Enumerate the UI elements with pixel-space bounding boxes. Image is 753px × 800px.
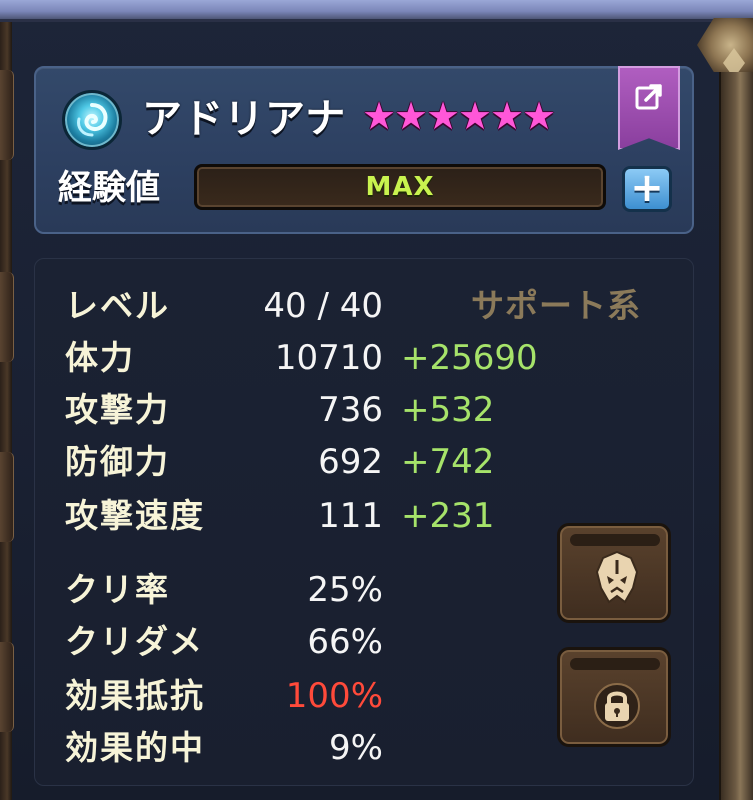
stat-bonus: +231	[401, 496, 495, 536]
exp-label: 経験値	[58, 168, 160, 208]
stat-value: 736	[318, 390, 383, 430]
stat-label: 攻撃速度	[65, 496, 205, 535]
left-frame-notch	[0, 642, 14, 732]
stat-label: クリダメ	[65, 622, 205, 661]
stat-value: 40 / 40	[263, 286, 383, 326]
stat-value: 111	[318, 496, 383, 536]
left-frame-notch	[0, 70, 14, 160]
character-name: アドリアナ	[142, 96, 347, 142]
stat-row-attack: 攻撃力 736 +532	[35, 385, 695, 435]
stats-panel: サポート系 レベル 40 / 40 体力 10710 +25690 攻撃力 73…	[34, 258, 694, 786]
stat-label: レベル	[65, 286, 170, 325]
wind-swirl-icon	[62, 90, 122, 150]
stat-label: 攻撃力	[65, 390, 170, 429]
left-frame-notch	[0, 452, 14, 542]
star-icon: ★	[394, 94, 429, 138]
top-frame-strip	[0, 0, 753, 22]
share-button[interactable]	[618, 66, 680, 150]
stat-bonus: +742	[401, 442, 495, 482]
star-icon: ★	[426, 94, 461, 138]
stat-value: 10710	[274, 338, 383, 378]
character-header-card: アドリアナ ★ ★ ★ ★ ★ ★ 経験値 MAX +	[34, 66, 694, 234]
stat-label: 効果的中	[65, 728, 205, 767]
star-icon: ★	[522, 94, 557, 138]
stat-bonus: +532	[401, 390, 495, 430]
stat-row-hp: 体力 10710 +25690	[35, 333, 695, 383]
add-exp-button[interactable]: +	[622, 166, 672, 212]
stat-value: 100%	[285, 676, 383, 716]
stat-bonus: +25690	[401, 338, 538, 378]
stat-row-level: レベル 40 / 40	[35, 281, 695, 331]
right-frame	[719, 22, 753, 800]
star-icon: ★	[490, 94, 525, 138]
star-rating: ★ ★ ★ ★ ★ ★	[362, 92, 557, 142]
stat-value: 692	[318, 442, 383, 482]
exp-bar: MAX	[194, 164, 606, 210]
lock-icon	[594, 683, 640, 729]
stat-value: 25%	[307, 570, 383, 610]
stat-label: クリ率	[65, 570, 170, 609]
star-icon: ★	[458, 94, 493, 138]
left-frame-notch	[0, 272, 14, 362]
share-icon	[635, 84, 662, 110]
rune-mask-icon	[595, 550, 639, 604]
stat-row-defense: 防御力 692 +742	[35, 437, 695, 487]
stat-label: 防御力	[65, 442, 170, 481]
stat-label: 効果抵抗	[65, 676, 205, 715]
stat-label: 体力	[65, 338, 135, 377]
stat-value: 66%	[307, 622, 383, 662]
left-frame	[0, 22, 14, 800]
lock-button[interactable]	[557, 647, 671, 747]
frame-ornament	[697, 18, 753, 72]
rune-button[interactable]	[557, 523, 671, 623]
star-icon: ★	[362, 94, 397, 138]
stat-value: 9%	[329, 728, 383, 768]
exp-value: MAX	[365, 172, 435, 202]
